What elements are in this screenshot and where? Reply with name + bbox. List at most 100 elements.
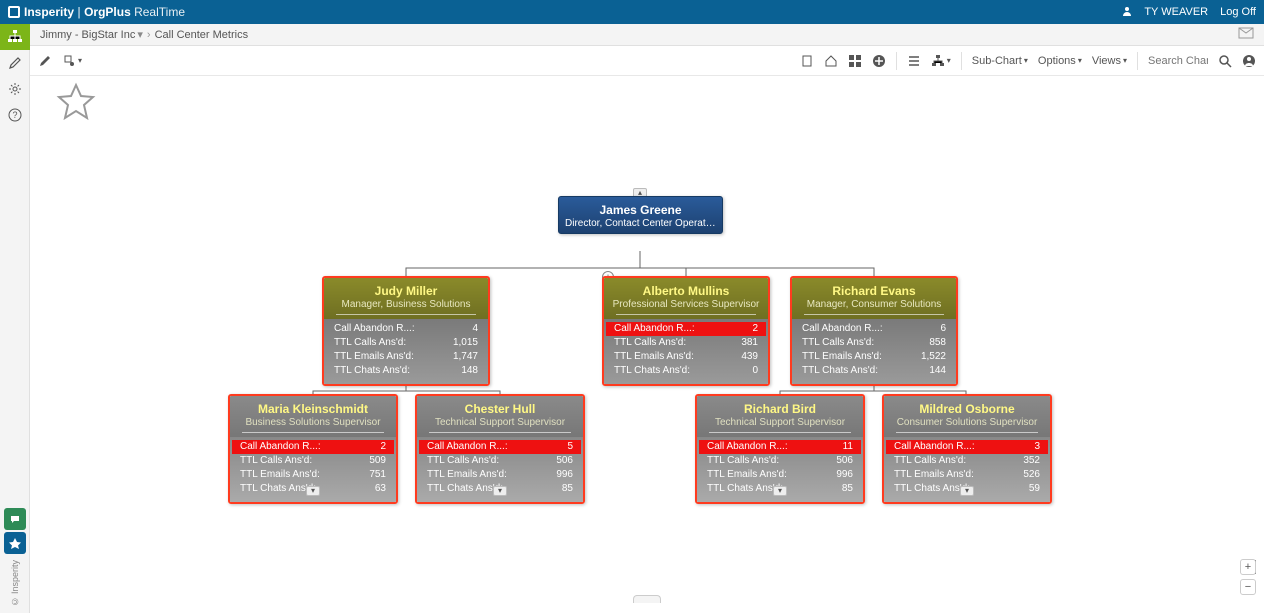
- favorite-star-icon[interactable]: [56, 82, 96, 125]
- metric-value: 2: [380, 440, 386, 454]
- metric-label: TTL Emails Ans'd:: [334, 350, 414, 364]
- nav-orgchart-icon[interactable]: [0, 24, 30, 50]
- metric-value: 996: [556, 468, 573, 482]
- metric-label: TTL Calls Ans'd:: [240, 454, 312, 468]
- node-title: Technical Support Supervisor: [423, 417, 577, 428]
- views-dropdown[interactable]: Views▾: [1092, 55, 1127, 67]
- node-name: James Greene: [565, 203, 716, 217]
- node-james-greene[interactable]: James Greene Director, Contact Center Op…: [558, 196, 723, 234]
- metric-label: TTL Emails Ans'd:: [614, 350, 694, 364]
- metric-label: Call Abandon R...:: [894, 440, 975, 454]
- hierarchy-icon[interactable]: ▾: [931, 54, 951, 68]
- home-icon[interactable]: [824, 54, 838, 68]
- node-title: Business Solutions Supervisor: [236, 417, 390, 428]
- node-name: Judy Miller: [330, 284, 482, 298]
- node-title: Manager, Consumer Solutions: [798, 299, 950, 310]
- metric-value: 85: [562, 482, 573, 496]
- metric-label: Call Abandon R...:: [334, 322, 415, 336]
- node-judy-miller[interactable]: Judy MillerManager, Business Solutions C…: [322, 276, 490, 386]
- metric-label: TTL Emails Ans'd:: [240, 468, 320, 482]
- node-name: Chester Hull: [423, 402, 577, 416]
- node-title: Consumer Solutions Supervisor: [890, 417, 1044, 428]
- chart-toolbar: ▾ ▾ Sub-Chart▾ Options▾ Views▾: [30, 46, 1264, 76]
- metric-value: 148: [461, 364, 478, 378]
- fit-icon[interactable]: [848, 54, 862, 68]
- metric-value: 509: [369, 454, 386, 468]
- metric-label: TTL Calls Ans'd:: [614, 336, 686, 350]
- app-header: Insperity | OrgPlus RealTime TY WEAVER L…: [0, 0, 1264, 24]
- node-richard-evans[interactable]: Richard EvansManager, Consumer Solutions…: [790, 276, 958, 386]
- list-icon[interactable]: [907, 54, 921, 68]
- left-nav-rail: ? © Insperity: [0, 24, 30, 613]
- metric-label: TTL Chats Ans'd:: [240, 482, 316, 496]
- metric-value: 63: [375, 482, 386, 496]
- metric-label: Call Abandon R...:: [240, 440, 321, 454]
- brand-name-2: OrgPlus: [84, 5, 131, 19]
- nav-edit-icon[interactable]: [0, 50, 30, 76]
- metric-value: 1,015: [453, 336, 478, 350]
- node-title: Manager, Business Solutions: [330, 299, 482, 310]
- panel-drag-handle[interactable]: [633, 595, 661, 603]
- search-input[interactable]: [1148, 55, 1208, 67]
- metric-value: 5: [567, 440, 573, 454]
- metric-label: TTL Calls Ans'd:: [707, 454, 779, 468]
- page-icon[interactable]: [800, 54, 814, 68]
- options-dropdown[interactable]: Options▾: [1038, 55, 1082, 67]
- feedback-button[interactable]: [4, 508, 26, 530]
- node-title: Technical Support Supervisor: [703, 417, 857, 428]
- metric-value: 11: [843, 440, 853, 454]
- nav-help-icon[interactable]: ?: [0, 102, 30, 128]
- subchart-dropdown[interactable]: Sub-Chart▾: [972, 55, 1028, 67]
- expand-down-icon[interactable]: ▾: [493, 486, 507, 496]
- metric-label: Call Abandon R...:: [614, 322, 695, 336]
- node-alberto-mullins[interactable]: Alberto MullinsProfessional Services Sup…: [602, 276, 770, 386]
- metric-label: TTL Chats Ans'd:: [894, 482, 970, 496]
- edit-pen-icon[interactable]: [38, 54, 52, 68]
- metric-value: 1,747: [453, 350, 478, 364]
- brand-name-3: RealTime: [134, 5, 185, 19]
- user-icon: [1122, 6, 1132, 19]
- breadcrumb-org[interactable]: Jimmy - BigStar Inc: [40, 29, 135, 41]
- brand-logo: Insperity | OrgPlus RealTime: [8, 5, 185, 19]
- metric-label: TTL Calls Ans'd:: [427, 454, 499, 468]
- expand-down-icon[interactable]: ▾: [306, 486, 320, 496]
- node-name: Mildred Osborne: [890, 402, 1044, 416]
- chart-canvas[interactable]: ▴ + James Greene Director, Contact Cente…: [30, 76, 1264, 603]
- metric-value: 4: [472, 322, 478, 336]
- zoom-in-button[interactable]: +: [1240, 559, 1256, 575]
- metric-label: TTL Emails Ans'd:: [802, 350, 882, 364]
- nav-settings-icon[interactable]: [0, 76, 30, 102]
- style-icon[interactable]: ▾: [62, 54, 82, 68]
- logoff-link[interactable]: Log Off: [1220, 6, 1256, 18]
- metric-label: TTL Calls Ans'd:: [334, 336, 406, 350]
- search-icon[interactable]: [1218, 54, 1232, 68]
- explore-button[interactable]: [4, 532, 26, 554]
- metric-value: 6: [940, 322, 946, 336]
- metric-value: 3: [1034, 440, 1040, 454]
- metric-value: 439: [741, 350, 758, 364]
- metric-value: 85: [842, 482, 853, 496]
- metric-label: TTL Chats Ans'd:: [427, 482, 503, 496]
- metric-label: Call Abandon R...:: [707, 440, 788, 454]
- metric-value: 0: [752, 364, 758, 378]
- node-name: Alberto Mullins: [610, 284, 762, 298]
- metric-label: Call Abandon R...:: [802, 322, 883, 336]
- metric-label: TTL Chats Ans'd:: [707, 482, 783, 496]
- breadcrumb-chart[interactable]: Call Center Metrics: [155, 29, 249, 41]
- expand-down-icon[interactable]: ▾: [773, 486, 787, 496]
- metric-value: 526: [1023, 468, 1040, 482]
- svg-text:?: ?: [12, 110, 17, 120]
- metric-value: 59: [1029, 482, 1040, 496]
- brand-name-1: Insperity: [24, 5, 74, 19]
- breadcrumb-dropdown-icon[interactable]: ▾: [137, 28, 143, 41]
- mail-icon[interactable]: [1238, 27, 1254, 42]
- expand-down-icon[interactable]: ▾: [960, 486, 974, 496]
- metric-label: TTL Emails Ans'd:: [707, 468, 787, 482]
- metric-value: 381: [741, 336, 758, 350]
- zoom-out-button[interactable]: −: [1240, 579, 1256, 595]
- add-icon[interactable]: [872, 54, 886, 68]
- profile-icon[interactable]: [1242, 54, 1256, 68]
- metric-label: Call Abandon R...:: [427, 440, 508, 454]
- metric-label: TTL Chats Ans'd:: [334, 364, 410, 378]
- current-user[interactable]: TY WEAVER: [1144, 6, 1208, 18]
